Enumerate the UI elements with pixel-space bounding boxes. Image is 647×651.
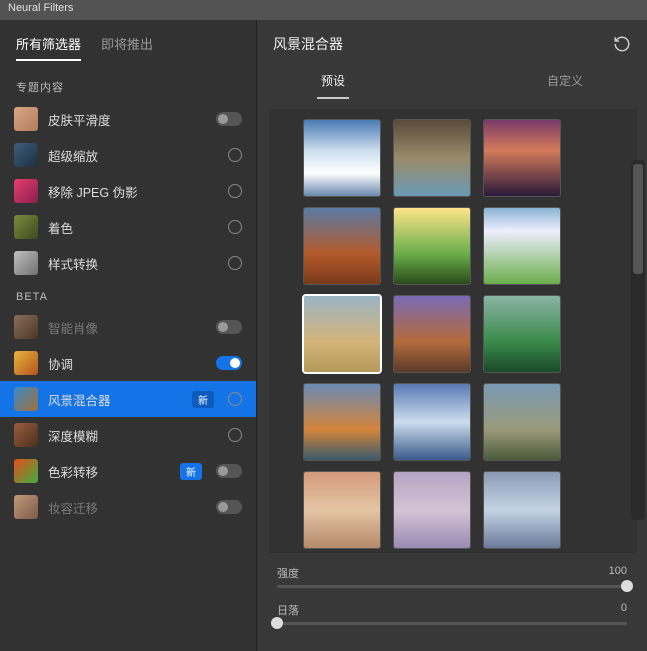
makeup-icon [14,495,38,519]
tab-all-filters[interactable]: 所有筛选器 [16,34,81,61]
window-title: Neural Filters [8,2,73,14]
toggle-makeup[interactable] [216,500,242,514]
style-icon [14,251,38,275]
filters-sidebar: 所有筛选器 即将推出 专题内容 皮肤平滑度 超级缩放 移除 JPEG 伪影 着色… [0,20,256,651]
portrait-icon [14,315,38,339]
filter-super-zoom[interactable]: 超级缩放 [0,137,256,173]
preset-thumb[interactable] [483,471,561,549]
filter-landscape-mixer[interactable]: 风景混合器 新 [0,381,256,417]
preset-thumb[interactable] [303,207,381,285]
slider-thumb[interactable] [621,580,633,592]
scrollbar-vertical[interactable] [631,160,645,520]
radio-colorize[interactable] [228,220,242,234]
toggle-portrait[interactable] [216,320,242,334]
content-panel: 风景混合器 预设 自定义 [256,20,647,651]
radio-landscape[interactable] [228,392,242,406]
jpeg-icon [14,179,38,203]
content-sub-tabs: 预设 自定义 [257,64,647,99]
toggle-skin[interactable] [216,112,242,126]
zoom-icon [14,143,38,167]
radio-jpeg[interactable] [228,184,242,198]
filter-jpeg-artifacts[interactable]: 移除 JPEG 伪影 [0,173,256,209]
filter-label: 皮肤平滑度 [48,110,206,129]
filter-depth-blur[interactable]: 深度模糊 [0,417,256,453]
filter-label: 风景混合器 [48,390,182,409]
filter-label: 协调 [48,354,206,373]
filter-style-transfer[interactable]: 样式转换 [0,245,256,281]
preset-thumb[interactable] [303,383,381,461]
filter-skin-smoothing[interactable]: 皮肤平滑度 [0,101,256,137]
slider-strength: 强度 100 [277,565,627,588]
filter-smart-portrait[interactable]: 智能肖像 [0,309,256,345]
radio-zoom[interactable] [228,148,242,162]
radio-depth[interactable] [228,428,242,442]
preset-thumb[interactable] [483,383,561,461]
filter-label: 样式转换 [48,254,218,273]
section-beta-label: BETA [0,281,256,309]
preset-thumb[interactable] [303,119,381,197]
preset-thumb[interactable] [393,471,471,549]
window-titlebar: Neural Filters [0,0,647,20]
landscape-icon [14,387,38,411]
filter-label: 超级缩放 [48,146,218,165]
slider-sunset: 日落 0 [277,602,627,625]
reset-icon[interactable] [613,35,631,53]
filter-label: 智能肖像 [48,318,206,337]
preset-thumb[interactable] [483,207,561,285]
toggle-transfer[interactable] [216,464,242,478]
slider-track[interactable] [277,622,627,625]
sliders-panel: 强度 100 日落 0 [257,553,647,651]
slider-label: 强度 [277,565,299,581]
preset-thumb[interactable] [393,295,471,373]
preset-thumb[interactable] [303,295,381,373]
skin-icon [14,107,38,131]
content-title: 风景混合器 [273,34,343,54]
filter-label: 移除 JPEG 伪影 [48,182,218,201]
sub-tab-presets[interactable]: 预设 [317,64,349,99]
content-header: 风景混合器 [257,20,647,64]
filter-colorize[interactable]: 着色 [0,209,256,245]
colorize-icon [14,215,38,239]
section-featured-label: 专题内容 [0,69,256,101]
tab-coming-soon[interactable]: 即将推出 [101,34,153,61]
slider-track[interactable] [277,585,627,588]
preset-thumb[interactable] [483,295,561,373]
preset-thumb[interactable] [393,207,471,285]
radio-style[interactable] [228,256,242,270]
transfer-icon [14,459,38,483]
filter-label: 着色 [48,218,218,237]
slider-thumb[interactable] [271,617,283,629]
filter-color-transfer[interactable]: 色彩转移 新 [0,453,256,489]
presets-scroll[interactable] [269,109,637,553]
new-badge: 新 [192,391,214,408]
filter-harmonization[interactable]: 协调 [0,345,256,381]
preset-thumb[interactable] [393,383,471,461]
slider-value: 100 [609,565,627,581]
preset-thumb[interactable] [483,119,561,197]
toggle-harmony[interactable] [216,356,242,370]
depth-icon [14,423,38,447]
slider-value: 0 [621,602,627,618]
filter-makeup-transfer[interactable]: 妆容迁移 [0,489,256,525]
preset-thumb[interactable] [393,119,471,197]
filter-label: 深度模糊 [48,426,218,445]
preset-grid [303,119,637,549]
sub-tab-custom[interactable]: 自定义 [543,64,587,99]
slider-label: 日落 [277,602,299,618]
sidebar-tabs: 所有筛选器 即将推出 [0,20,256,69]
harmony-icon [14,351,38,375]
preset-thumb[interactable] [303,471,381,549]
filter-label: 色彩转移 [48,462,170,481]
new-badge: 新 [180,463,202,480]
filter-label: 妆容迁移 [48,498,206,517]
